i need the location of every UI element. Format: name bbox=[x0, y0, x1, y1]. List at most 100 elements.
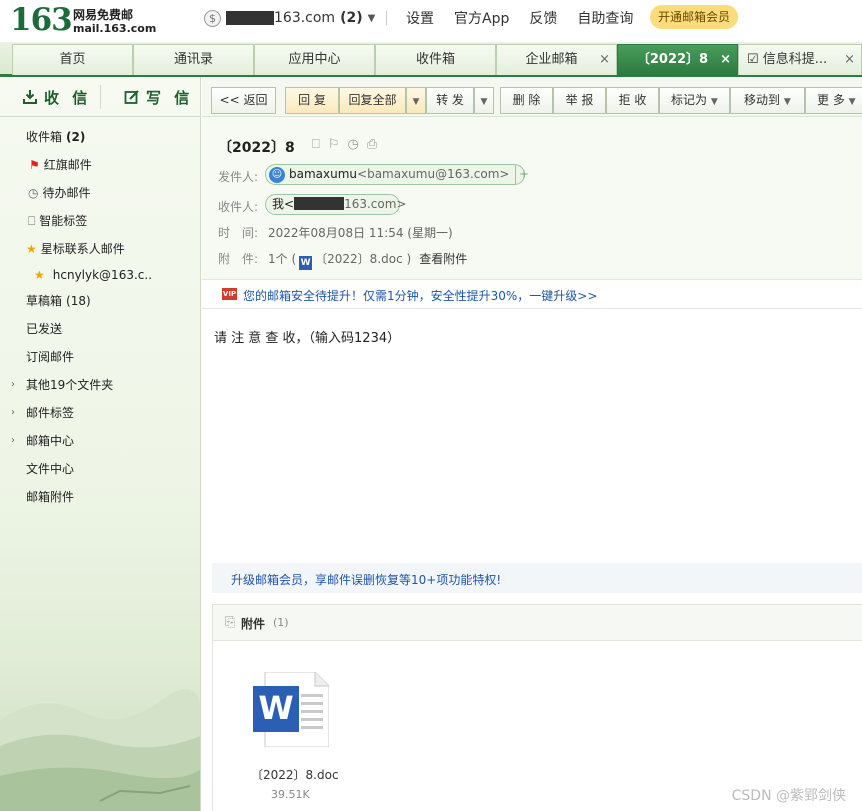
logo-url: mail.163.com bbox=[73, 22, 157, 35]
back-button[interactable]: << 返回 bbox=[211, 87, 276, 114]
chevron-down-icon: ▼ bbox=[783, 97, 791, 107]
folder-label: 收件箱 bbox=[26, 130, 63, 144]
tab-inbox[interactable]: 收件箱 bbox=[375, 44, 496, 75]
self-service-link[interactable]: 自助查询 bbox=[577, 8, 633, 28]
toolbar: << 返回 回 复 回复全部 ▼ 转 发 ▼ 删 除 举 报 拒 收 标记为 ▼… bbox=[202, 77, 862, 117]
forward-dropdown[interactable]: ▼ bbox=[474, 87, 494, 114]
sidebar-item-sent[interactable]: 已发送 bbox=[26, 319, 62, 339]
chevron-down-icon[interactable]: ▼ bbox=[368, 13, 376, 24]
time-value: 2022年08月08日 11:54 (星期一) bbox=[268, 226, 453, 240]
receive-button[interactable]: 收 信 bbox=[22, 85, 91, 109]
watermark: CSDN @紫郢剑侠 bbox=[731, 788, 846, 804]
recipient-chip[interactable]: 我< 163.com> bbox=[265, 194, 406, 215]
security-promo-bar: VIP 您的邮箱安全待提升！仅需1分钟，安全性提升30%，一键升级>> bbox=[202, 279, 862, 309]
divider bbox=[386, 11, 387, 25]
folder-label: 待办邮件 bbox=[42, 186, 91, 200]
sidebar-item-inbox[interactable]: 收件箱 (2) bbox=[26, 127, 85, 147]
sidebar-item-mail-attachments[interactable]: 邮箱附件 bbox=[26, 487, 74, 507]
sidebar-item-mail-center[interactable]: › 邮箱中心 bbox=[11, 431, 75, 451]
folder-label: 文件中心 bbox=[26, 462, 75, 476]
official-app-link[interactable]: 官方App bbox=[454, 8, 509, 28]
view-attachment-link[interactable]: 查看附件 bbox=[419, 252, 467, 266]
feedback-link[interactable]: 反馈 bbox=[529, 8, 557, 28]
tab-enterprise-mail[interactable]: 企业邮箱 × bbox=[496, 44, 617, 75]
close-icon[interactable]: × bbox=[720, 45, 731, 75]
attachment-panel-count: (1) bbox=[273, 616, 289, 629]
move-to-button[interactable]: 移动到 ▼ bbox=[730, 87, 805, 114]
security-promo-link[interactable]: 您的邮箱安全待提升！仅需1分钟，安全性提升30%，一键升级>> bbox=[243, 287, 597, 304]
sidebar-item-smart-tags[interactable]: ⎕ 智能标签 bbox=[28, 211, 87, 231]
account-switcher[interactable]: $ 163.com (2) ▼ bbox=[204, 8, 375, 28]
more-button[interactable]: 更 多 ▼ bbox=[805, 87, 862, 114]
folder-label: 星标联系人邮件 bbox=[40, 242, 125, 256]
sender-avatar-icon: ☺ bbox=[269, 166, 285, 183]
tab-info-email[interactable]: ☑ 信息科提... × bbox=[738, 44, 862, 75]
write-button[interactable]: 写 信 bbox=[124, 85, 193, 109]
folder-label: hcnylyk@163.c.. bbox=[52, 268, 153, 282]
bookmark-icon[interactable]: ⎕ bbox=[312, 137, 320, 152]
settings-link[interactable]: 设置 bbox=[406, 8, 434, 28]
folder-label: 邮箱中心 bbox=[26, 434, 75, 448]
attachment-file-name[interactable]: 〔2022〕8.doc bbox=[251, 766, 339, 783]
print-icon[interactable]: ⎙ bbox=[367, 137, 377, 152]
tab-label: 首页 bbox=[59, 52, 86, 67]
attachment-file[interactable]: 〔2022〕8.doc ) bbox=[315, 252, 411, 266]
sidebar-item-starred-contacts[interactable]: ★ 星标联系人邮件 bbox=[26, 239, 125, 259]
open-vip-button[interactable]: 开通邮箱会员 bbox=[650, 5, 739, 29]
account-unread-count: (2) bbox=[340, 10, 363, 26]
write-label: 写 信 bbox=[146, 88, 194, 107]
flag-icon[interactable]: ⚐ bbox=[328, 137, 340, 152]
tab-app-center[interactable]: 应用中心 bbox=[254, 44, 375, 75]
tab-bar: 首页 通讯录 应用中心 收件箱 企业邮箱 × 〔2022〕8 × ☑ 信息科提...… bbox=[0, 42, 862, 77]
sidebar-item-subscriptions[interactable]: 订阅邮件 bbox=[26, 347, 74, 367]
delete-button[interactable]: 删 除 bbox=[500, 87, 553, 114]
close-icon[interactable]: × bbox=[844, 45, 855, 75]
reply-dropdown[interactable]: ▼ bbox=[406, 87, 426, 114]
recipient-suffix: 163.com> bbox=[344, 197, 407, 211]
clock-icon[interactable]: ◷ bbox=[347, 137, 358, 152]
redacted-username bbox=[294, 197, 345, 210]
attachment-summary: 1个 (W 〔2022〕8.doc ) 查看附件 bbox=[268, 250, 467, 270]
report-button[interactable]: 举 报 bbox=[553, 87, 606, 114]
email-header: 〔2022〕8 ⎕ ⚐ ◷ ⎙ 发件人: ☺ bamaxumu<bamaxumu@… bbox=[202, 117, 862, 279]
word-document-icon[interactable]: W bbox=[253, 672, 329, 747]
email-subject: 〔2022〕8 bbox=[218, 140, 295, 156]
tab-contacts[interactable]: 通讯录 bbox=[133, 44, 254, 75]
top-bar: 163 网易免费邮 mail.163.com $ 163.com (2) ▼ 设… bbox=[0, 0, 862, 42]
sidebar-item-mail-tags[interactable]: › 邮件标签 bbox=[11, 403, 74, 423]
compose-row: 收 信 写 信 bbox=[0, 77, 200, 117]
sidebar-item-other-folders[interactable]: › 其他19个文件夹 bbox=[11, 375, 113, 395]
move-to-label: 移动到 bbox=[744, 93, 781, 107]
vip-promo-bar: 升级邮箱会员，享邮件误删恢复等10+项功能特权! bbox=[212, 563, 862, 593]
reply-button[interactable]: 回 复 bbox=[285, 87, 339, 114]
reject-button[interactable]: 拒 收 bbox=[606, 87, 659, 114]
sidebar-item-starred-contact[interactable]: ★ hcnylyk@163.c.. bbox=[34, 265, 152, 285]
mark-as-label: 标记为 bbox=[671, 93, 708, 107]
sidebar-item-todo[interactable]: ◷ 待办邮件 bbox=[28, 183, 91, 203]
chevron-right-icon[interactable]: › bbox=[11, 431, 15, 451]
folder-label: 智能标签 bbox=[39, 214, 88, 228]
chevron-right-icon[interactable]: › bbox=[11, 403, 15, 423]
sender-chip[interactable]: ☺ bamaxumu<bamaxumu@163.com> + bbox=[265, 164, 529, 185]
chevron-right-icon[interactable]: › bbox=[11, 375, 15, 395]
sidebar-item-file-center[interactable]: 文件中心 bbox=[26, 459, 74, 479]
forward-button[interactable]: 转 发 bbox=[426, 87, 474, 114]
vip-promo-link[interactable]: 升级邮箱会员，享邮件误删恢复等10+项功能特权! bbox=[231, 571, 501, 588]
sidebar-item-drafts[interactable]: 草稿箱 (18) bbox=[26, 291, 91, 311]
tab-current-email[interactable]: 〔2022〕8 × bbox=[617, 44, 738, 75]
mark-as-button[interactable]: 标记为 ▼ bbox=[659, 87, 730, 114]
attachment-panel-title: 附件 bbox=[241, 617, 266, 631]
tab-home[interactable]: 首页 bbox=[12, 44, 133, 75]
sidebar-item-red-flag[interactable]: ⚑ 红旗邮件 bbox=[29, 155, 92, 175]
coin-icon[interactable]: $ bbox=[204, 9, 221, 27]
main-panel: << 返回 回 复 回复全部 ▼ 转 发 ▼ 删 除 举 报 拒 收 标记为 ▼… bbox=[202, 77, 862, 811]
tab-label: 通讯录 bbox=[173, 52, 213, 67]
attachment-panel: ⎘ 附件 (1) W 〔2022〕8.doc 39.51K bbox=[212, 604, 862, 811]
tab-label: 企业邮箱 bbox=[525, 52, 578, 67]
add-contact-icon[interactable]: + bbox=[514, 165, 533, 184]
from-label: 发件人: bbox=[218, 170, 259, 184]
close-icon[interactable]: × bbox=[599, 45, 610, 75]
reply-all-button[interactable]: 回复全部 bbox=[339, 87, 406, 114]
sender-address: <bamaxumu@163.com> bbox=[357, 167, 510, 181]
account-email-suffix: 163.com bbox=[274, 10, 336, 26]
